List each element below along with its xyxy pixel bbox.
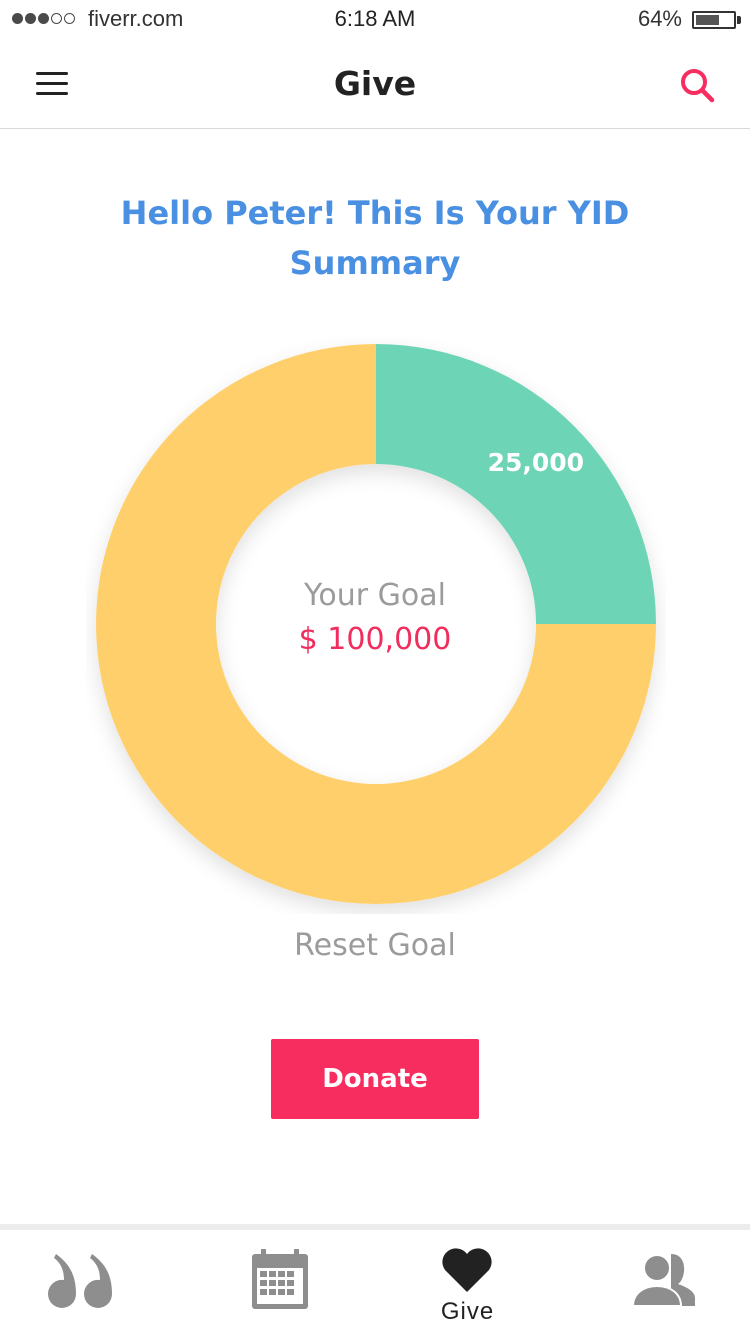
battery-percent: 64% [637,6,682,31]
tab-quotes[interactable] [0,1230,187,1334]
status-bar: fiverr.com 6:18 AM 64% [0,0,750,40]
tab-bar: Give [0,1224,750,1334]
reset-goal-link[interactable]: Reset Goal [0,928,750,963]
page-title: Give [333,64,417,103]
goal-amount: $ 100,000 [298,622,452,657]
quote-icon [47,1254,112,1308]
heart-icon [442,1248,492,1292]
donate-button[interactable]: Donate [271,1039,479,1119]
nav-bar: Give [0,40,750,129]
tab-calendar[interactable] [187,1230,374,1334]
tab-people[interactable] [561,1230,748,1334]
tab-give-label: Give [440,1298,495,1325]
battery-icon [692,11,736,29]
calendar-icon [252,1249,308,1309]
search-icon[interactable] [678,66,718,106]
people-icon [631,1254,695,1307]
battery-tip [737,16,741,24]
summary-heading: Hello Peter! This Is Your YID Summary [120,194,630,282]
goal-label: Your Goal [304,578,446,613]
tab-give[interactable]: Give [374,1230,561,1334]
donut-slice-label-0: 25,000 [488,448,584,477]
